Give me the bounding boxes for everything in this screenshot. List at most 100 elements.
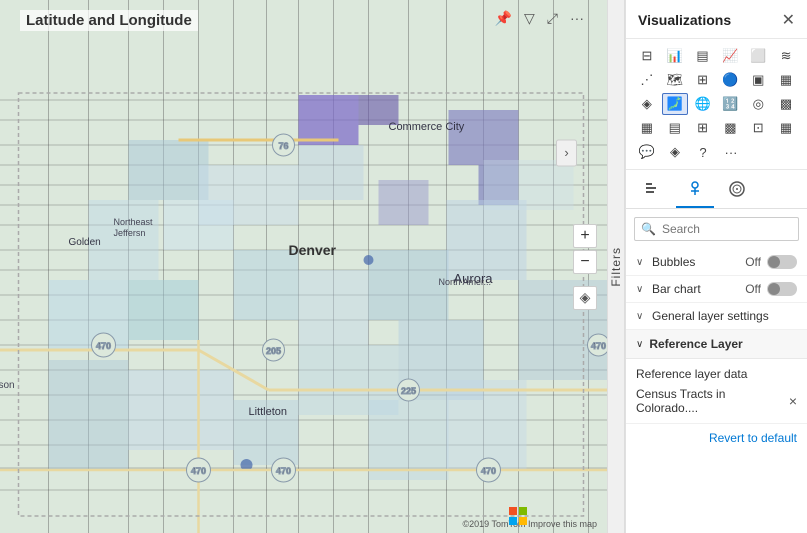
viz-icon-linechart[interactable]: 📈 <box>717 45 743 67</box>
revert-section: Revert to default <box>626 424 807 451</box>
viz-icon-stacked[interactable]: ▤ <box>690 45 716 67</box>
expand-icon[interactable]: ⤢ <box>544 8 561 29</box>
viz-close-button[interactable]: ✕ <box>782 10 795 30</box>
viz-icon-donut[interactable]: ◎ <box>745 93 771 115</box>
general-layer-chevron: ∨ <box>636 311 646 322</box>
bubbles-value: Off <box>745 255 761 269</box>
svg-text:North Amer...: North Amer... <box>439 277 492 287</box>
viz-icon-areachart[interactable]: ⬜ <box>745 45 771 67</box>
viz-icon-text[interactable]: 💬 <box>634 141 660 163</box>
svg-text:470: 470 <box>96 341 111 351</box>
svg-text:225: 225 <box>401 386 416 396</box>
svg-text:son: son <box>0 380 15 391</box>
viz-header: Visualizations ✕ <box>626 0 807 39</box>
svg-text:205: 205 <box>266 346 281 356</box>
viz-icon-row-3: ◈ 🗾 🌐 🔢 ◎ ▩ <box>634 93 799 115</box>
microsoft-logo <box>509 507 527 525</box>
map-zoom-controls: + − ◈ <box>573 224 597 310</box>
viz-icon-python[interactable]: ◈ <box>662 141 688 163</box>
reference-layer-section[interactable]: ∨ Reference Layer <box>626 330 807 359</box>
map-title: Latitude and Longitude <box>20 10 198 31</box>
svg-text:76: 76 <box>278 141 288 151</box>
viz-subtabs <box>626 170 807 209</box>
viz-icon-kpi[interactable]: ▦ <box>773 69 799 91</box>
viz-icon-treemap[interactable]: ▩ <box>773 93 799 115</box>
census-tracts-label: Census Tracts in Colorado.... <box>636 387 785 415</box>
svg-text:470: 470 <box>191 466 206 476</box>
viz-subtab-analytics[interactable] <box>718 176 756 208</box>
viz-icon-matrix[interactable]: ⊞ <box>690 69 716 91</box>
viz-icon-r[interactable]: ▦ <box>773 117 799 139</box>
viz-icon-table2[interactable]: ⊞ <box>690 117 716 139</box>
visualizations-panel: Visualizations ✕ ⊟ 📊 ▤ 📈 ⬜ ≋ ⋰ 🗺 ⊞ 🔵 ▣ ▦… <box>625 0 807 533</box>
viz-icon-scatter[interactable]: ⋰ <box>634 69 660 91</box>
svg-text:Northeast: Northeast <box>114 217 154 227</box>
reference-layer-label: Reference Layer <box>649 337 742 351</box>
search-input[interactable] <box>662 222 792 236</box>
viz-icon-multi-row[interactable]: 🔢 <box>718 93 744 115</box>
viz-icon-bubble[interactable]: 🔵 <box>717 69 743 91</box>
revert-to-default-link[interactable]: Revert to default <box>709 431 797 445</box>
viz-icon-slicer[interactable]: ◈ <box>634 93 660 115</box>
bar-chart-toggle-track[interactable] <box>767 282 797 296</box>
settings-general-layer[interactable]: ∨ General layer settings <box>626 303 807 330</box>
viz-subtab-fields[interactable] <box>634 176 672 208</box>
viz-icon-funnel[interactable]: ▦ <box>634 117 660 139</box>
map-attribution: ©2019 TomTom Improve this map <box>462 519 597 529</box>
reference-layer-chevron: ∨ <box>636 339 643 350</box>
bar-chart-toggle-knob <box>768 283 780 295</box>
map-area: 470 470 205 225 76 470 470 470 Commerce … <box>0 0 607 533</box>
viz-icon-row-5: 💬 ◈ ? ··· <box>634 141 799 163</box>
bar-chart-label: Bar chart <box>652 282 739 296</box>
search-icon: 🔍 <box>641 222 656 236</box>
svg-text:›: › <box>564 145 568 160</box>
viz-search-box: 🔍 <box>634 217 799 241</box>
svg-text:470: 470 <box>276 466 291 476</box>
bubbles-toggle-track[interactable] <box>767 255 797 269</box>
general-layer-label: General layer settings <box>652 309 797 323</box>
zoom-out-button[interactable]: − <box>573 250 597 274</box>
viz-subtab-format[interactable] <box>676 176 714 208</box>
reference-layer-data-label: Reference layer data <box>636 367 797 381</box>
viz-icon-table[interactable]: ⊟ <box>634 45 660 67</box>
viz-icon-row-4: ▦ ▤ ⊞ ▩ ⊡ ▦ <box>634 117 799 139</box>
svg-text:Littleton: Littleton <box>249 406 288 418</box>
svg-text:Commerce City: Commerce City <box>389 121 465 133</box>
settings-bubbles[interactable]: ∨ Bubbles Off <box>626 249 807 276</box>
viz-settings-list: ∨ Bubbles Off ∨ Bar chart Off ∨ General <box>626 245 807 533</box>
svg-text:470: 470 <box>591 341 606 351</box>
viz-icon-row-1: ⊟ 📊 ▤ 📈 ⬜ ≋ <box>634 45 799 67</box>
pin-icon[interactable]: 📌 <box>492 8 515 29</box>
viz-icon-ribbon[interactable]: ≋ <box>773 45 799 67</box>
viz-icon-shape[interactable]: ▩ <box>717 117 743 139</box>
filter-icon[interactable]: ▽ <box>521 8 538 29</box>
svg-text:Golden: Golden <box>69 237 101 248</box>
map-toolbar: 📌 ▽ ⤢ ··· <box>492 8 587 29</box>
viz-icon-card[interactable]: ▣ <box>745 69 771 91</box>
filters-label: Filters <box>609 247 623 287</box>
more-icon[interactable]: ··· <box>567 8 587 29</box>
viz-icon-grid: ⊟ 📊 ▤ 📈 ⬜ ≋ ⋰ 🗺 ⊞ 🔵 ▣ ▦ ◈ 🗾 🌐 🔢 ◎ ▩ ▦ ▤ … <box>626 39 807 170</box>
viz-icon-filled-map[interactable]: 🗾 <box>662 93 688 115</box>
viz-icon-barchart[interactable]: 📊 <box>662 45 688 67</box>
viz-icon-waterfall[interactable]: ▤ <box>662 117 688 139</box>
viz-icon-qna[interactable]: ? <box>690 141 716 163</box>
bubbles-toggle[interactable] <box>767 255 797 269</box>
bar-chart-toggle[interactable] <box>767 282 797 296</box>
reference-layer-value-row: Census Tracts in Colorado.... × <box>636 387 797 415</box>
svg-text:Denver: Denver <box>289 242 337 258</box>
reference-layer-content: Reference layer data Census Tracts in Co… <box>626 359 807 424</box>
zoom-in-button[interactable]: + <box>573 224 597 248</box>
reference-layer-close-button[interactable]: × <box>789 394 797 408</box>
filters-tab[interactable]: Filters <box>607 0 625 533</box>
bar-chart-value: Off <box>745 282 761 296</box>
viz-icon-row-2: ⋰ 🗺 ⊞ 🔵 ▣ ▦ <box>634 69 799 91</box>
svg-text:470: 470 <box>481 466 496 476</box>
compass-icon[interactable]: ◈ <box>573 286 597 310</box>
viz-icon-decomp[interactable]: ⊡ <box>745 117 771 139</box>
viz-icon-gauge[interactable]: 🌐 <box>690 93 716 115</box>
settings-bar-chart[interactable]: ∨ Bar chart Off <box>626 276 807 303</box>
viz-icon-map[interactable]: 🗺 <box>662 69 688 91</box>
viz-icon-more[interactable]: ··· <box>718 141 744 163</box>
svg-text:Jeffersn: Jeffersn <box>114 228 146 238</box>
